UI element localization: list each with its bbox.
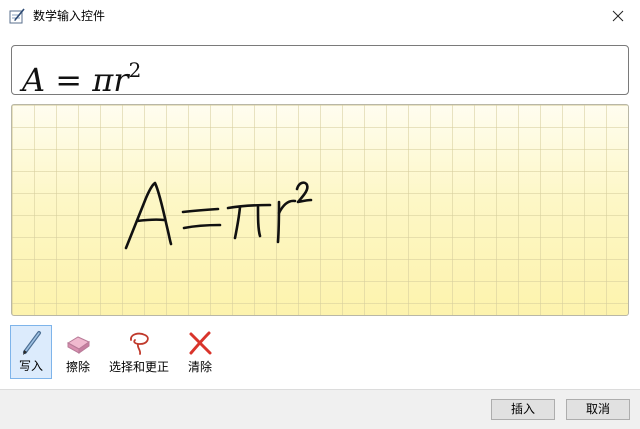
- equation-exponent: 2: [128, 58, 142, 82]
- cancel-button[interactable]: 取消: [566, 399, 630, 420]
- equation-pi: π: [92, 61, 114, 99]
- insert-button[interactable]: 插入: [491, 399, 555, 420]
- clear-tool-label: 清除: [187, 360, 212, 374]
- equation-text: A = πr2: [22, 50, 141, 100]
- equation-equals: =: [45, 61, 93, 99]
- eraser-icon: [66, 336, 91, 354]
- erase-tool-label: 擦除: [65, 360, 90, 374]
- clear-x-icon: [189, 331, 212, 355]
- equation-r: r: [113, 61, 129, 99]
- equation-lhs: A: [22, 61, 46, 99]
- handwriting-canvas[interactable]: [11, 104, 629, 316]
- lasso-select-icon: [130, 332, 149, 355]
- write-tool-label: 写入: [18, 359, 43, 373]
- select-correct-tool-button[interactable]: 选择和更正: [104, 325, 174, 379]
- close-icon: [612, 10, 624, 22]
- clear-tool-button[interactable]: 清除: [180, 325, 220, 379]
- pen-icon: [23, 331, 41, 355]
- handwritten-ink: [124, 181, 313, 250]
- dialog-footer: 插入 取消: [0, 389, 640, 429]
- select-correct-tool-label: 选择和更正: [108, 360, 169, 374]
- math-input-icon: [9, 8, 25, 24]
- title-bar: 数学输入控件: [0, 0, 640, 32]
- window-title: 数学输入控件: [33, 9, 106, 23]
- write-tool-button[interactable]: 写入: [10, 325, 52, 379]
- close-button[interactable]: [596, 0, 640, 32]
- erase-tool-button[interactable]: 擦除: [58, 325, 98, 379]
- recognized-equation-preview: A = πr2: [11, 45, 629, 99]
